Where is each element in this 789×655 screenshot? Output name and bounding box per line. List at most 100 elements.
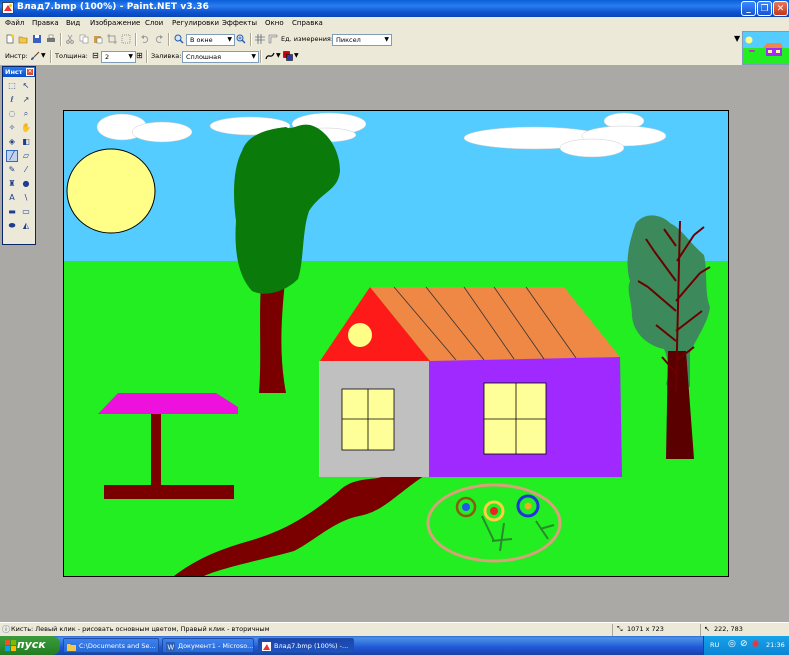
- chevron-down-icon[interactable]: ▼: [294, 52, 299, 59]
- tools-window-close-button[interactable]: ✕: [26, 68, 34, 76]
- chevron-down-icon[interactable]: ▼: [41, 52, 46, 59]
- new-icon[interactable]: [5, 34, 15, 44]
- color-picker-icon[interactable]: ⁄: [20, 164, 32, 176]
- task-label: Влад7.bmp (100%) -...: [274, 642, 349, 650]
- main-toolbar: В окне ▼ Ед. измерения: Пиксел ▼ ▼: [0, 31, 740, 48]
- copy-icon[interactable]: [79, 34, 89, 44]
- antialiasing-icon[interactable]: [265, 51, 275, 61]
- tools-window: Инст ✕ ⬚ ↖ ℓ ↗ ◌ ⌕ ✧ ✋ ◈ ◧ ╱ ▱ ✎ ⁄ ♜ ● A…: [2, 66, 36, 245]
- clone-stamp-icon[interactable]: ♜: [6, 178, 18, 190]
- text-icon[interactable]: A: [6, 192, 18, 204]
- cursor-position: 222, 783: [714, 625, 743, 633]
- image-canvas[interactable]: [63, 110, 729, 577]
- cut-icon[interactable]: [65, 34, 75, 44]
- menu-image[interactable]: Изображение: [90, 19, 140, 27]
- save-icon[interactable]: [32, 34, 42, 44]
- zoom-dropdown[interactable]: В окне ▼: [186, 34, 235, 46]
- rulers-icon[interactable]: [268, 34, 278, 44]
- ellipse-icon[interactable]: ⬬: [6, 220, 18, 232]
- menu-effects[interactable]: Эффекты: [222, 19, 257, 27]
- minimize-button[interactable]: _: [741, 1, 756, 16]
- rounded-rectangle-icon[interactable]: ▭: [20, 206, 32, 218]
- ellipse-select-icon[interactable]: ◌: [6, 108, 18, 120]
- status-hint: Кисть: Левый клик - рисовать основным цв…: [11, 625, 270, 633]
- language-indicator[interactable]: RU: [710, 641, 719, 649]
- pencil-icon[interactable]: ✎: [6, 164, 18, 176]
- menu-help[interactable]: Справка: [292, 19, 323, 27]
- undo-icon[interactable]: [140, 34, 150, 44]
- chevron-down-icon: ▼: [128, 53, 133, 60]
- maximize-button[interactable]: ❐: [757, 1, 772, 16]
- close-button[interactable]: ✕: [773, 1, 788, 16]
- menu-bar: Файл Правка Вид Изображение Слои Регулир…: [0, 17, 740, 30]
- units-label: Ед. измерения:: [281, 35, 334, 43]
- units-value: Пиксел: [336, 36, 361, 44]
- deselect-icon[interactable]: [121, 34, 131, 44]
- move-selection-icon[interactable]: ↖: [20, 80, 32, 92]
- chevron-down-icon: ▼: [251, 53, 256, 60]
- move-pixels-icon[interactable]: ↗: [20, 94, 32, 106]
- status-bar: ⓘ Кисть: Левый клик - рисовать основным …: [0, 622, 789, 637]
- network-icon[interactable]: ◎: [728, 639, 736, 649]
- width-label: Толщина:: [55, 52, 88, 60]
- blend-mode-icon[interactable]: [283, 51, 293, 61]
- paint-bucket-icon[interactable]: ◈: [6, 136, 18, 148]
- grid-icon[interactable]: [255, 34, 265, 44]
- eraser-icon[interactable]: ▱: [20, 150, 32, 162]
- task-label: C:\Documents and Se...: [79, 642, 156, 650]
- zoom-tool-icon[interactable]: ⌕: [20, 108, 32, 120]
- help-icon: ⓘ: [2, 625, 10, 634]
- umbrella-top: [98, 393, 238, 414]
- units-dropdown[interactable]: Пиксел ▼: [332, 34, 392, 46]
- start-button[interactable]: пуск: [0, 636, 60, 655]
- open-icon[interactable]: [18, 34, 28, 44]
- print-icon[interactable]: [46, 34, 56, 44]
- house-round-window: [348, 323, 372, 347]
- magic-wand-icon[interactable]: ✧: [6, 122, 18, 134]
- line-curve-icon[interactable]: \: [20, 192, 32, 204]
- rectangle-select-icon[interactable]: ⬚: [6, 80, 18, 92]
- task-explorer[interactable]: C:\Documents and Se...: [63, 638, 159, 653]
- gradient-icon[interactable]: ◧: [20, 136, 32, 148]
- width-decrease-icon[interactable]: ⊟: [92, 51, 99, 60]
- image-thumbnail[interactable]: [742, 31, 789, 65]
- freeform-shape-icon[interactable]: ◭: [20, 220, 32, 232]
- zoom-icon[interactable]: [174, 34, 184, 44]
- drawing: [64, 111, 728, 576]
- menu-layers[interactable]: Слои: [145, 19, 163, 27]
- lasso-icon[interactable]: ℓ: [6, 94, 18, 106]
- toolbar-dropdown-icon[interactable]: ▼: [734, 34, 740, 43]
- antivirus-icon[interactable]: ◉: [752, 639, 760, 649]
- chevron-down-icon[interactable]: ▼: [276, 52, 281, 59]
- menu-adjustments[interactable]: Регулировки: [172, 19, 219, 27]
- taskbar: пуск C:\Documents and Se... W Документ1 …: [0, 636, 789, 655]
- security-icon[interactable]: ⊘: [740, 639, 748, 649]
- tools-window-header[interactable]: Инст ✕: [3, 67, 35, 77]
- menu-edit[interactable]: Правка: [32, 19, 59, 27]
- paintbrush-icon[interactable]: [30, 51, 40, 61]
- tool-options-toolbar: Инстр: ▼ Толщина: ⊟ 2 ▼ ⊞ Заливка: Сплош…: [0, 48, 740, 65]
- fill-dropdown[interactable]: Сплошная ▼: [182, 51, 259, 63]
- width-input[interactable]: 2 ▼: [101, 51, 136, 63]
- svg-text:W: W: [168, 645, 175, 652]
- clock: 21:36: [766, 641, 785, 649]
- recolor-icon[interactable]: ●: [20, 178, 32, 190]
- redo-icon[interactable]: [154, 34, 164, 44]
- task-word[interactable]: W Документ1 - Microso...: [162, 638, 254, 653]
- zoom-in-icon[interactable]: [236, 34, 246, 44]
- menu-view[interactable]: Вид: [66, 19, 80, 27]
- paintbrush-tool-icon[interactable]: ╱: [6, 150, 18, 162]
- fill-value: Сплошная: [186, 53, 222, 61]
- tools-window-title: Инст: [5, 68, 23, 76]
- rectangle-icon[interactable]: ▬: [6, 206, 18, 218]
- task-paintnet[interactable]: Влад7.bmp (100%) -...: [258, 638, 354, 653]
- chevron-down-icon: ▼: [384, 36, 389, 43]
- umbrella-pole: [151, 414, 161, 485]
- word-icon: W: [166, 642, 175, 651]
- pan-icon[interactable]: ✋: [20, 122, 32, 134]
- width-increase-icon[interactable]: ⊞: [136, 51, 143, 60]
- menu-window[interactable]: Окно: [265, 19, 284, 27]
- crop-icon[interactable]: [107, 34, 117, 44]
- menu-file[interactable]: Файл: [5, 19, 24, 27]
- paste-icon[interactable]: [93, 34, 103, 44]
